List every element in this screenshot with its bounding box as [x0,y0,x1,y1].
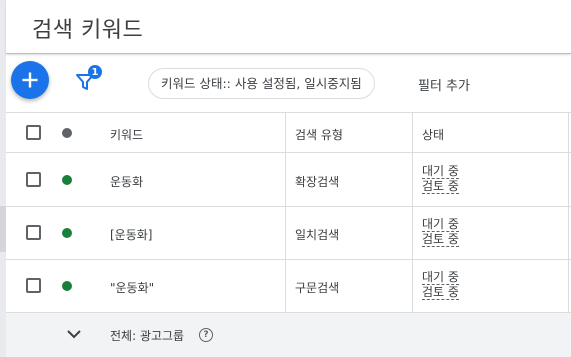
toolbar: 1 키워드 상태:: 사용 설정됨, 일시중지됨 필터 추가 [6,55,571,112]
column-header-keyword[interactable]: 키워드 [110,126,143,143]
total-label: 전체: 광고그룹 [110,329,185,343]
column-header-status[interactable]: 상태 [422,126,444,143]
status-cell[interactable]: 대기 중 검토 중 [422,164,459,194]
filter-count-badge: 1 [88,65,102,79]
row-checkbox[interactable] [26,172,41,187]
enabled-status-dot[interactable] [62,228,72,238]
status-text[interactable]: 검토 중 [422,285,459,300]
status-cell[interactable]: 대기 중 검토 중 [422,270,459,300]
table-row: [운동화] 일치검색 대기 중 검토 중 [6,207,571,260]
status-cell[interactable]: 대기 중 검토 중 [422,217,459,247]
column-header-match-type[interactable]: 검색 유형 [295,126,343,143]
plus-icon [22,72,38,88]
total-row: 전체: 광고그룹 ? [6,313,571,357]
status-text[interactable]: 검토 중 [422,232,459,247]
enabled-status-dot[interactable] [62,175,72,185]
keyword-status-filter-chip[interactable]: 키워드 상태:: 사용 설정됨, 일시중지됨 [148,68,375,99]
table-row: "운동화" 구문검색 대기 중 검토 중 [6,260,571,313]
help-icon[interactable]: ? [199,328,213,342]
chevron-down-icon[interactable] [66,327,82,341]
add-filter-button[interactable]: 필터 추가 [418,75,470,94]
filter-button[interactable]: 1 [72,65,102,93]
keywords-card: 검색 키워드 1 키워드 상태:: 사용 설정됨, 일시중지됨 필터 추가 키워… [6,0,571,357]
status-column-icon [62,128,72,138]
status-text[interactable]: 대기 중 [422,164,459,179]
select-all-checkbox[interactable] [26,125,41,140]
status-text[interactable]: 대기 중 [422,270,459,285]
add-keyword-button[interactable] [11,61,49,99]
match-type-cell: 일치검색 [295,228,340,242]
status-text[interactable]: 검토 중 [422,179,459,194]
table-row: 운동화 확장검색 대기 중 검토 중 [6,153,571,207]
row-checkbox[interactable] [26,278,41,293]
row-checkbox[interactable] [26,225,41,240]
keyword-cell[interactable]: "운동화" [110,279,154,296]
table-header-row: 키워드 검색 유형 상태 [6,112,571,153]
match-type-cell: 구문검색 [295,281,340,295]
match-type-cell: 확장검색 [295,175,340,189]
enabled-status-dot[interactable] [62,281,72,291]
keyword-cell[interactable]: 운동화 [110,173,143,190]
card-header: 검색 키워드 [6,0,571,54]
status-text[interactable]: 대기 중 [422,217,459,232]
keyword-cell[interactable]: [운동화] [110,226,152,243]
page-title: 검색 키워드 [32,18,144,43]
